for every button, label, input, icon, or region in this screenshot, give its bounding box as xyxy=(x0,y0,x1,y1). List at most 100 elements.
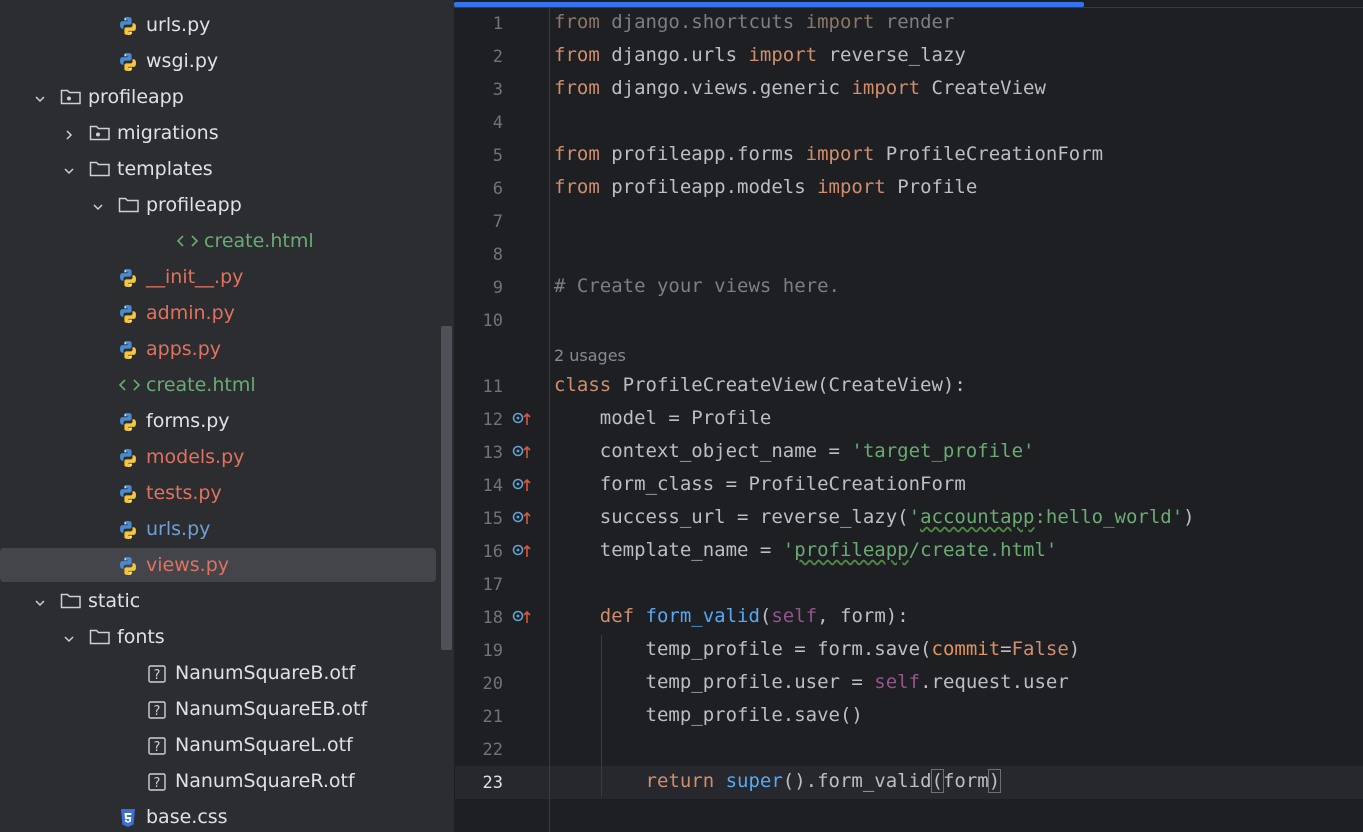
tree-item[interactable]: views.py xyxy=(0,547,440,583)
python-file-icon xyxy=(118,304,138,323)
code-line[interactable]: class ProfileCreateView(CreateView): xyxy=(554,374,966,396)
chevron-down-icon[interactable] xyxy=(63,630,75,643)
tree-item[interactable]: static xyxy=(0,583,440,619)
code-line[interactable]: def form_valid(self, form): xyxy=(554,605,909,627)
tree-item[interactable]: fonts xyxy=(0,619,440,655)
tree-item-label: NanumSquareEB.otf xyxy=(175,698,368,720)
tree-scrollbar-thumb[interactable] xyxy=(441,326,452,650)
tree-item[interactable]: base.css xyxy=(0,799,440,832)
svg-text:?: ? xyxy=(154,740,161,755)
folder-icon xyxy=(89,160,110,178)
tree-item-label: forms.py xyxy=(146,410,230,432)
line-number: 12 xyxy=(482,410,503,430)
tree-item[interactable]: create.html xyxy=(0,223,440,259)
code-line[interactable]: context_object_name = 'target_profile' xyxy=(554,440,1035,462)
tree-item-label: models.py xyxy=(146,446,245,468)
tree-item[interactable]: migrations xyxy=(0,115,440,151)
python-file-icon xyxy=(118,520,138,539)
svg-text:?: ? xyxy=(154,668,161,683)
tree-item-label: profileapp xyxy=(146,194,242,216)
tree-item-label: base.css xyxy=(146,806,228,828)
html-file-icon xyxy=(118,376,141,394)
unknown-file-icon: ? xyxy=(147,736,167,755)
line-number: 13 xyxy=(482,443,503,463)
code-line[interactable]: return super().form_valid(form) xyxy=(554,769,1002,793)
line-number: 15 xyxy=(482,509,503,529)
tree-item-label: apps.py xyxy=(146,338,222,360)
python-file-icon xyxy=(118,484,138,503)
tree-item-label: NanumSquareL.otf xyxy=(175,734,353,756)
code-line[interactable]: form_class = ProfileCreationForm xyxy=(554,473,966,495)
tree-item[interactable]: forms.py xyxy=(0,403,440,439)
tree-item[interactable]: templates xyxy=(0,151,440,187)
package-folder-icon xyxy=(60,88,81,106)
line-number: 3 xyxy=(492,80,503,100)
override-method-gutter-icon[interactable] xyxy=(512,510,532,526)
code-line[interactable]: temp_profile = form.save(commit=False) xyxy=(554,638,1081,660)
code-line[interactable]: success_url = reverse_lazy('accountapp:h… xyxy=(554,506,1195,528)
code-line[interactable]: from django.urls import reverse_lazy xyxy=(554,44,966,66)
python-file-icon xyxy=(118,448,138,467)
tree-item[interactable]: create.html xyxy=(0,367,440,403)
code-line[interactable]: from django.views.generic import CreateV… xyxy=(554,77,1046,99)
code-line[interactable]: from profileapp.models import Profile xyxy=(554,176,977,198)
line-number: 8 xyxy=(492,245,503,265)
tree-item[interactable]: profileapp xyxy=(0,187,440,223)
indent-guide xyxy=(601,635,602,797)
override-method-gutter-icon[interactable] xyxy=(512,477,532,493)
chevron-down-icon[interactable] xyxy=(34,594,46,607)
line-number: 17 xyxy=(482,575,503,595)
code-line[interactable]: from django.shortcuts import render xyxy=(554,11,954,33)
code-line[interactable]: model = Profile xyxy=(554,407,772,429)
tab-bar-border xyxy=(454,7,1363,8)
tree-item-label: __init__.py xyxy=(146,266,244,288)
tree-item-label: migrations xyxy=(117,122,219,144)
code-line[interactable]: template_name = 'profileapp/create.html' xyxy=(554,539,1058,561)
override-method-gutter-icon[interactable] xyxy=(512,444,532,460)
chevron-right-icon[interactable] xyxy=(63,126,75,140)
code-line[interactable]: from profileapp.forms import ProfileCrea… xyxy=(554,143,1103,165)
line-number: 20 xyxy=(482,674,503,694)
tree-item[interactable]: ? NanumSquareL.otf xyxy=(0,727,440,763)
tree-item[interactable]: admin.py xyxy=(0,295,440,331)
tree-item[interactable]: wsgi.py xyxy=(0,43,440,79)
line-number: 22 xyxy=(482,740,503,760)
tree-item[interactable]: apps.py xyxy=(0,331,440,367)
tree-item-label: admin.py xyxy=(146,302,235,324)
override-method-gutter-icon[interactable] xyxy=(512,411,532,427)
tree-item[interactable]: ? NanumSquareR.otf xyxy=(0,763,440,799)
tree-item-label: create.html xyxy=(204,230,314,252)
python-file-icon xyxy=(118,268,138,287)
override-method-gutter-icon[interactable] xyxy=(512,543,532,559)
line-number: 14 xyxy=(482,476,503,496)
tree-item[interactable]: __init__.py xyxy=(0,259,440,295)
python-file-icon xyxy=(118,556,138,575)
tree-item[interactable]: profileapp xyxy=(0,79,440,115)
usages-inlay-hint[interactable]: 2 usages xyxy=(554,346,626,365)
tree-item-label: static xyxy=(88,590,141,612)
tree-item[interactable]: tests.py xyxy=(0,475,440,511)
override-method-gutter-icon[interactable] xyxy=(512,609,532,625)
chevron-down-icon[interactable] xyxy=(92,198,104,211)
tree-item-label: views.py xyxy=(146,554,229,576)
tree-item[interactable]: ? NanumSquareEB.otf xyxy=(0,691,440,727)
tree-item-label: create.html xyxy=(146,374,256,396)
python-file-icon xyxy=(118,52,138,71)
tree-item[interactable]: ? NanumSquareB.otf xyxy=(0,655,440,691)
tree-item[interactable]: urls.py xyxy=(0,7,440,43)
line-number: 7 xyxy=(492,212,503,232)
line-number: 4 xyxy=(492,113,503,133)
tree-item[interactable]: models.py xyxy=(0,439,440,475)
svg-text:?: ? xyxy=(154,776,161,791)
folder-icon xyxy=(60,592,81,610)
code-line[interactable]: temp_profile.user = self.request.user xyxy=(554,671,1069,693)
code-line[interactable]: # Create your views here. xyxy=(554,275,840,297)
tree-item-label: NanumSquareB.otf xyxy=(175,662,356,684)
line-number: 1 xyxy=(492,14,503,34)
tree-item[interactable]: urls.py xyxy=(0,511,440,547)
chevron-down-icon[interactable] xyxy=(34,90,46,103)
tree-item-label: wsgi.py xyxy=(146,50,219,72)
chevron-down-icon[interactable] xyxy=(63,162,75,175)
svg-text:?: ? xyxy=(154,704,161,719)
tree-item-label: NanumSquareR.otf xyxy=(175,770,355,792)
